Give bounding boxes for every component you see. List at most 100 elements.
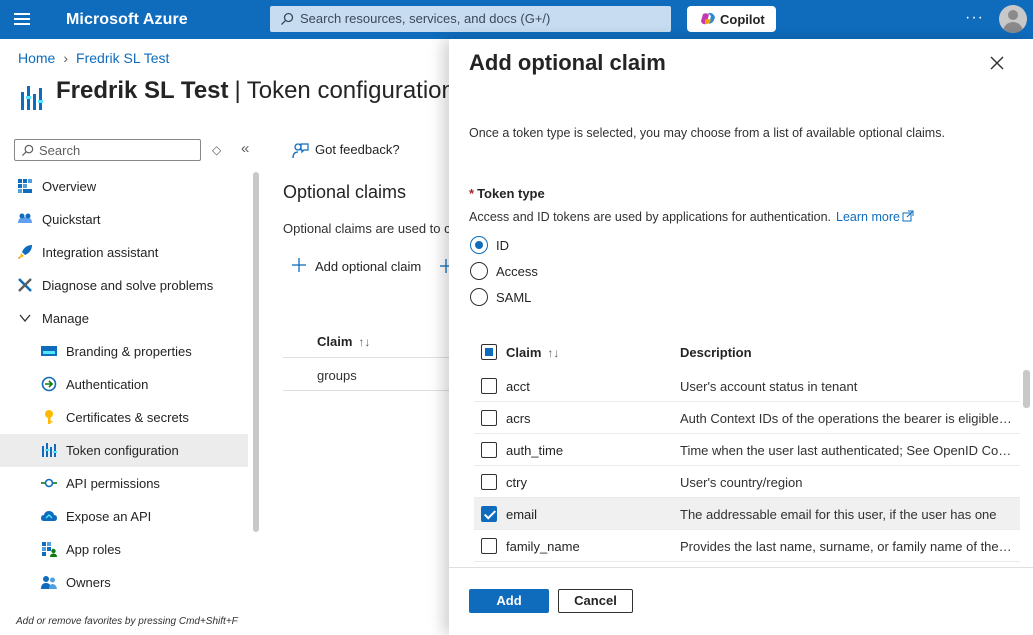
brand-title[interactable]: Microsoft Azure [66,11,188,29]
token-type-help: Access and ID tokens are used by applica… [469,210,914,224]
authentication-icon [41,376,57,392]
table-row: groups [317,368,357,383]
claim-checkbox[interactable] [481,410,497,426]
sidebar-item-owners[interactable]: Owners [0,566,248,599]
sidebar-item-label: Manage [42,311,89,326]
claim-checkbox[interactable] [481,506,497,522]
sidebar-item-label: Integration assistant [42,245,159,260]
sidebar-item-label: Authentication [66,377,149,392]
sidebar-item-api-permissions[interactable]: API permissions [0,467,248,500]
tools-icon [18,278,32,292]
global-search-input[interactable]: Search resources, services, and docs (G+… [270,6,671,32]
breadcrumb-app[interactable]: Fredrik SL Test [76,50,169,66]
claim-column-header[interactable]: Claim ↑↓ [506,345,559,360]
feedback-button[interactable]: Got feedback? [291,141,400,162]
key-icon [45,410,53,424]
sidebar-item-certificates[interactable]: Certificates & secrets [0,401,248,434]
divider [449,567,1033,568]
claim-checkbox[interactable] [481,442,497,458]
sidebar-item-label: App roles [66,542,121,557]
cancel-button[interactable]: Cancel [558,589,633,613]
table-row[interactable]: acrs Auth Context IDs of the operations … [474,402,1020,434]
section-description: Optional claims are used to c [283,221,451,236]
sidebar-item-expose-api[interactable]: Expose an API [0,500,248,533]
sidebar-item-integration-assistant[interactable]: Integration assistant [0,236,248,269]
owners-icon [41,576,57,589]
api-permissions-icon [41,478,57,488]
table-header: Claim ↑↓ Description [474,336,1020,368]
sort-icon[interactable]: ◇ [212,143,221,157]
breadcrumb-separator-icon: › [63,50,69,66]
token-type-saml-radio[interactable] [470,288,488,306]
sidebar-search-input[interactable]: Search [14,139,201,161]
page-title: Fredrik SL Test | Token configuration [56,77,455,105]
sidebar-item-app-roles[interactable]: App roles [0,533,248,566]
add-icon [292,258,306,272]
add-optional-claim-panel: Add optional claim Once a token type is … [449,39,1033,635]
claim-description: The addressable email for this user, if … [680,507,997,522]
add-optional-claim-button[interactable]: Add optional claim [291,257,421,276]
sidebar-item-authentication[interactable]: Authentication [0,368,248,401]
table-row[interactable]: ctry User's country/region [474,466,1020,498]
breadcrumb: Home › Fredrik SL Test [18,50,169,66]
table-row[interactable]: acct User's account status in tenant [474,370,1020,402]
page-title-app: Fredrik SL Test [56,77,229,104]
panel-intro: Once a token type is selected, you may c… [469,126,945,140]
select-all-checkbox[interactable] [481,344,497,360]
claim-description: User's account status in tenant [680,379,858,394]
search-icon [21,144,34,157]
copilot-icon [701,12,715,25]
copilot-button[interactable]: Copilot [687,6,776,32]
learn-more-link[interactable]: Learn more [836,210,914,224]
sort-icon: ↑↓ [358,335,371,349]
token-type-saml-label: SAML [496,290,532,305]
panel-title: Add optional claim [469,50,666,75]
feedback-label: Got feedback? [315,142,400,157]
sidebar-item-label: API permissions [66,476,160,491]
token-type-access-radio[interactable] [470,262,488,280]
sidebar-item-branding[interactable]: Branding & properties [0,335,248,368]
claims-column-header[interactable]: Claim ↑↓ [317,334,370,349]
more-options-icon[interactable]: ··· [965,9,984,27]
divider [283,357,453,358]
branding-icon [41,346,57,356]
sidebar-item-diagnose[interactable]: Diagnose and solve problems [0,269,248,302]
add-button[interactable]: Add [469,589,549,613]
required-mark: * [469,186,475,201]
sidebar-item-label: Expose an API [66,509,152,524]
sidebar-item-quickstart[interactable]: Quickstart [0,203,248,236]
sidebar-item-label: Diagnose and solve problems [42,278,214,293]
claims-scrollbar[interactable] [1023,370,1030,408]
claim-checkbox[interactable] [481,538,497,554]
divider [283,390,453,391]
token-config-icon [21,86,43,110]
claim-checkbox[interactable] [481,378,497,394]
global-search-placeholder: Search resources, services, and docs (G+… [300,11,551,26]
sidebar-item-label: Certificates & secrets [66,410,189,425]
claim-name: email [506,507,538,522]
token-type-id-radio[interactable] [470,236,488,254]
sidebar-scrollbar[interactable] [253,172,259,532]
breadcrumb-home[interactable]: Home [18,50,55,66]
hamburger-menu-icon[interactable] [14,13,30,25]
rocket-icon [18,245,32,259]
table-row[interactable]: auth_time Time when the user last authen… [474,434,1020,466]
top-bar: Microsoft Azure Search resources, servic… [0,0,1033,39]
table-row[interactable]: family_name Provides the last name, surn… [474,530,1020,562]
sidebar-item-label: Owners [66,575,111,590]
sidebar-item-token-configuration[interactable]: Token configuration [0,434,248,467]
sidebar-group-manage[interactable]: Manage [0,302,248,335]
sidebar-item-label: Token configuration [66,443,179,458]
quickstart-icon [18,213,32,223]
table-row[interactable]: email The addressable email for this use… [474,498,1020,530]
close-icon[interactable] [989,55,1005,71]
sidebar-item-overview[interactable]: Overview [0,170,248,203]
collapse-sidebar-icon[interactable]: « [241,140,249,157]
claim-checkbox[interactable] [481,474,497,490]
avatar[interactable] [999,5,1027,33]
claim-description: Auth Context IDs of the operations the b… [680,411,1012,426]
claim-description: Time when the user last authenticated; S… [680,443,1012,458]
token-type-access-label: Access [496,264,538,279]
token-type-label: * Token type [469,186,545,201]
cloud-icon [41,511,57,521]
